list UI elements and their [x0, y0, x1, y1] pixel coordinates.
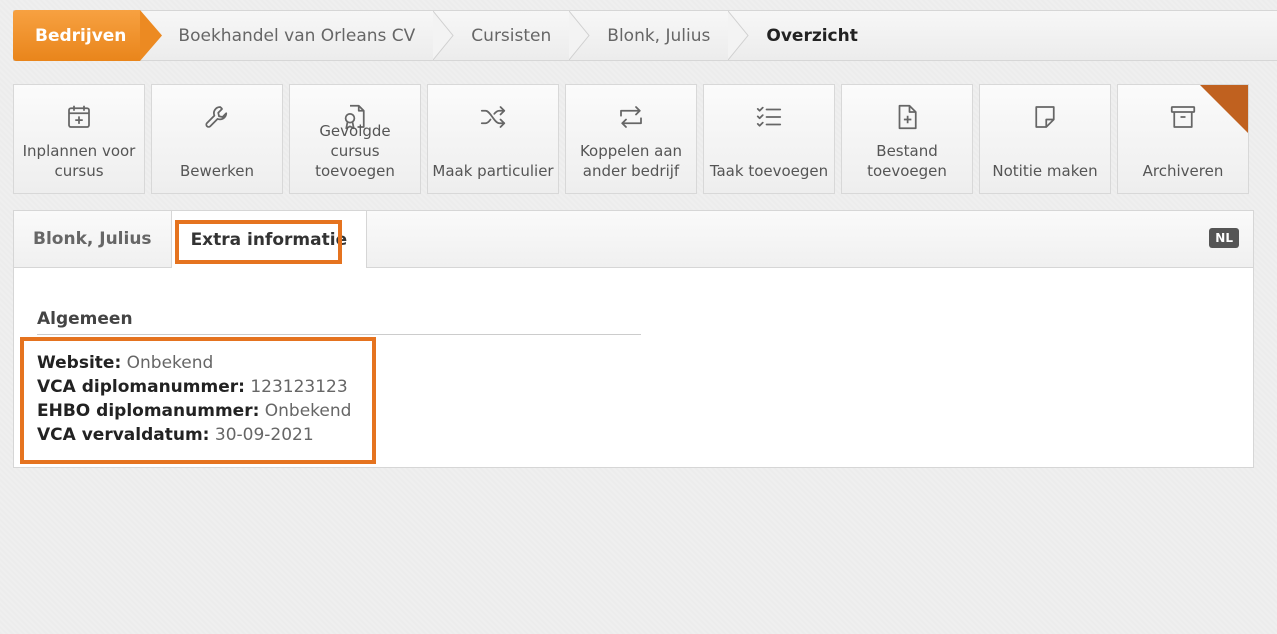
- field-vca-expiry: VCA vervaldatum: 30-09-2021: [37, 425, 314, 445]
- section-title: Algemeen: [37, 309, 641, 335]
- breadcrumb-arrow-icon: [140, 10, 163, 61]
- archive-corner-marker: [1200, 85, 1248, 133]
- archive-icon: [1167, 101, 1199, 133]
- add-followed-course-button[interactable]: Gevolgde cursus toevoegen: [289, 84, 421, 194]
- field-ehbo-diploma: EHBO diplomanummer: Onbekend: [37, 401, 352, 421]
- action-toolbar: Inplannen voor cursus Bewerken Gevolgde …: [13, 84, 1249, 194]
- make-note-button[interactable]: Notitie maken: [979, 84, 1111, 194]
- breadcrumb-arrow-icon: [728, 11, 750, 60]
- tab-bar: Blonk, Julius Extra informatie NL: [14, 211, 1253, 268]
- breadcrumb: Bedrijven Boekhandel van Orleans CV Curs…: [13, 10, 1277, 61]
- add-task-button[interactable]: Taak toevoegen: [703, 84, 835, 194]
- make-private-button[interactable]: Maak particulier: [427, 84, 559, 194]
- checklist-icon: [753, 101, 785, 133]
- breadcrumb-company[interactable]: Boekhandel van Orleans CV: [150, 11, 454, 60]
- wrench-icon: [201, 101, 233, 133]
- breadcrumb-overzicht: Overzicht: [766, 25, 858, 46]
- file-plus-icon: [891, 101, 923, 133]
- info-highlight-box: Website: Onbekend VCA diplomanummer: 123…: [20, 337, 376, 464]
- link-other-company-button[interactable]: Koppelen aan ander bedrijf: [565, 84, 697, 194]
- breadcrumb-cursisten[interactable]: Cursisten: [443, 11, 590, 60]
- breadcrumb-bedrijven[interactable]: Bedrijven: [13, 10, 163, 61]
- sticky-note-icon: [1029, 101, 1061, 133]
- archive-button[interactable]: Archiveren: [1117, 84, 1249, 194]
- breadcrumb-person[interactable]: Blonk, Julius: [579, 11, 750, 60]
- schedule-course-button[interactable]: Inplannen voor cursus: [13, 84, 145, 194]
- repeat-icon: [615, 101, 647, 133]
- breadcrumb-arrow-icon: [569, 11, 590, 60]
- shuffle-icon: [477, 101, 509, 133]
- language-badge[interactable]: NL: [1209, 228, 1239, 248]
- detail-panel: Blonk, Julius Extra informatie NL Algeme…: [13, 210, 1254, 468]
- field-website: Website: Onbekend: [37, 353, 214, 373]
- field-vca-diploma: VCA diplomanummer: 123123123: [37, 377, 348, 397]
- edit-button[interactable]: Bewerken: [151, 84, 283, 194]
- add-file-button[interactable]: Bestand toevoegen: [841, 84, 973, 194]
- tab-extra-informatie[interactable]: Extra informatie: [170, 211, 368, 268]
- calendar-plus-icon: [63, 101, 95, 133]
- breadcrumb-arrow-icon: [433, 11, 454, 60]
- tab-person[interactable]: Blonk, Julius: [14, 211, 171, 267]
